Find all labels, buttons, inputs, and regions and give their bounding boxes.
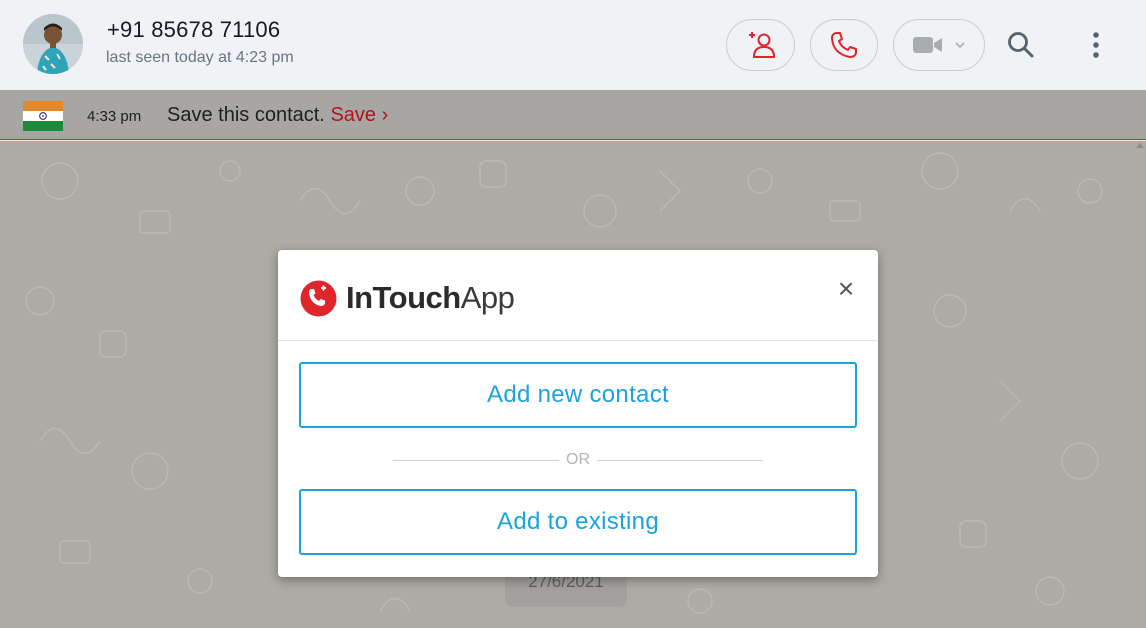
close-button[interactable]: × [834, 275, 858, 303]
divider-line [597, 459, 763, 461]
last-seen-status: last seen today at 4:23 pm [106, 49, 294, 66]
intouchapp-logo-icon [300, 280, 337, 317]
phone-icon [831, 32, 857, 58]
banner-message: Save this contact. Save › [167, 104, 388, 127]
dialog-header: InTouchApp × [278, 250, 878, 341]
divider-line [393, 459, 559, 461]
save-link[interactable]: Save › [330, 104, 388, 126]
add-contact-button[interactable] [726, 19, 795, 71]
chat-header: +91 85678 71106 last seen today at 4:23 … [0, 0, 1146, 90]
or-divider: OR [393, 450, 763, 470]
chevron-right-icon: › [381, 104, 389, 126]
avatar[interactable] [23, 14, 83, 74]
india-flag-icon [23, 101, 63, 131]
search-button[interactable] [1003, 27, 1039, 63]
kebab-menu-icon [1093, 32, 1099, 58]
banner-time: 4:33 pm [87, 108, 142, 125]
menu-button[interactable] [1078, 27, 1114, 63]
intouchapp-save-dialog: InTouchApp × Add new contact OR Add to e… [278, 250, 878, 577]
or-label: OR [566, 451, 590, 468]
scroll-up-arrow-icon[interactable] [1136, 143, 1144, 148]
search-icon [1008, 32, 1034, 58]
voice-call-button[interactable] [810, 19, 878, 71]
save-link-label[interactable]: Save [330, 104, 376, 126]
logo-bold: InTouch [346, 280, 461, 315]
logo-light: App [460, 280, 515, 315]
banner-message-text: Save this contact. [167, 104, 325, 126]
contact-name[interactable]: +91 85678 71106 [107, 17, 280, 43]
intouchapp-logo-text: InTouchApp [346, 280, 515, 316]
save-contact-banner: 4:33 pm Save this contact. Save › [0, 90, 1146, 140]
chevron-down-icon [955, 42, 965, 49]
add-contact-icon [748, 32, 775, 58]
video-call-button[interactable] [893, 19, 985, 71]
video-camera-icon [913, 37, 942, 53]
add-to-existing-button[interactable]: Add to existing [299, 489, 857, 555]
add-new-contact-button[interactable]: Add new contact [299, 362, 857, 428]
